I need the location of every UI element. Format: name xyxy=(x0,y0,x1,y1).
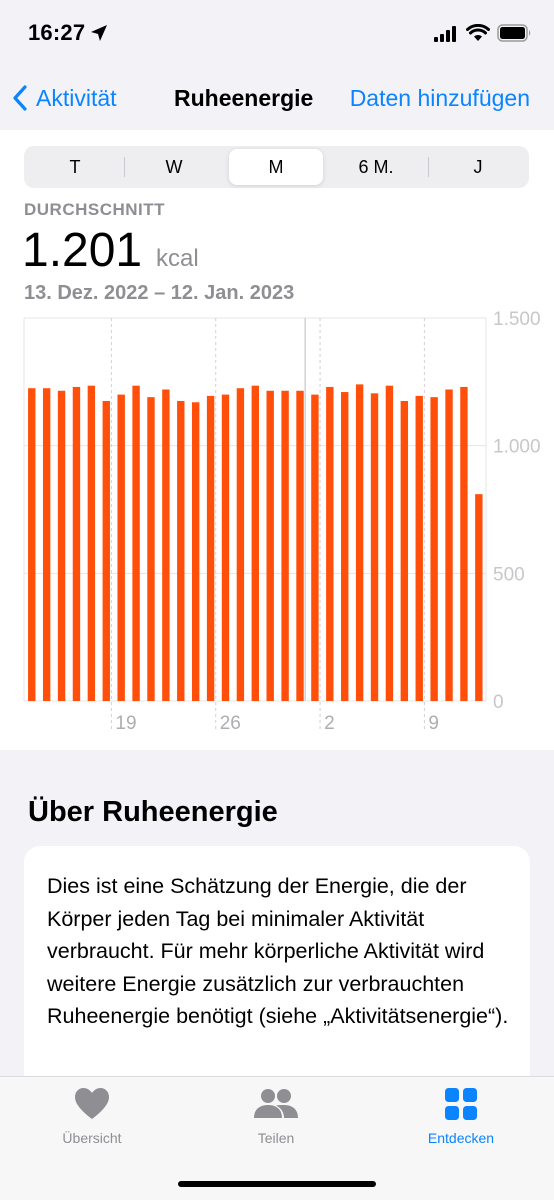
x-tick-label: 2 xyxy=(324,713,335,734)
chart-bar xyxy=(147,397,155,701)
y-tick-label: 500 xyxy=(493,564,525,585)
back-button-label: Aktivität xyxy=(36,84,117,111)
chart-bar xyxy=(370,393,379,701)
status-time: 16:27 xyxy=(28,20,86,45)
back-button[interactable]: Aktivität xyxy=(12,82,117,114)
chart-card: T W M 6 M. J DURCHSCHNITT 1.201 kcal 13.… xyxy=(0,130,554,750)
about-text: Dies ist eine Schätzung der Energie, die… xyxy=(47,874,509,1028)
chart-bar xyxy=(72,386,81,701)
chart-bar xyxy=(177,400,185,701)
chart-bar xyxy=(132,385,140,701)
add-data-button[interactable]: Daten hinzufügen xyxy=(350,85,530,112)
chart-bar xyxy=(221,394,230,701)
about-card: Dies ist eine Schätzung der Energie, die… xyxy=(24,846,530,1106)
chart-bar xyxy=(311,394,319,701)
y-tick-label: 1.000 xyxy=(493,437,541,458)
tab-sharing-label: Teilen xyxy=(257,1130,295,1146)
battery-icon xyxy=(497,24,531,42)
chart-bar xyxy=(400,400,409,701)
chart-bar xyxy=(341,392,349,701)
people-icon xyxy=(254,1089,298,1118)
y-tick-label: 1.500 xyxy=(493,309,541,330)
x-tick-label: 19 xyxy=(115,713,136,734)
grid-icon xyxy=(445,1088,477,1120)
chart-bar xyxy=(266,390,274,701)
chart-bar xyxy=(385,385,394,701)
navigation-bar: Aktivität Ruheenergie Daten hinzufügen xyxy=(0,66,554,130)
chart-bar xyxy=(57,390,66,701)
chart-bar xyxy=(42,388,51,701)
chart-bar xyxy=(191,402,200,701)
chart-bar xyxy=(162,389,170,701)
chart-bar xyxy=(460,386,468,701)
chart-bar xyxy=(28,388,36,701)
tab-browse[interactable]: Entdecken xyxy=(391,1087,531,1146)
chart-bar xyxy=(236,388,245,701)
chart-bar xyxy=(475,494,483,701)
tab-sharing[interactable]: Teilen xyxy=(206,1087,346,1146)
cellular-signal-icon xyxy=(434,26,456,42)
home-indicator xyxy=(178,1181,376,1187)
chart-bar xyxy=(326,386,334,701)
chevron-left-icon xyxy=(13,85,27,111)
about-heading: Über Ruheenergie xyxy=(28,796,278,828)
heart-icon xyxy=(75,1088,109,1119)
chart-bar xyxy=(206,395,215,701)
tab-summary-label: Übersicht xyxy=(62,1130,122,1146)
x-tick-label: 26 xyxy=(220,713,241,734)
location-arrow-icon xyxy=(91,25,107,41)
chart-bar xyxy=(415,395,423,701)
chart-bar xyxy=(251,385,259,701)
resting-energy-bar-chart[interactable]: 1.500 1.000 500 0 19 26 2 9 xyxy=(0,130,554,750)
chart-bar xyxy=(445,389,453,701)
wifi-icon xyxy=(466,24,490,41)
tab-summary[interactable]: Übersicht xyxy=(22,1087,162,1146)
chart-bar xyxy=(430,397,438,701)
chart-bar xyxy=(296,390,304,701)
chart-bar xyxy=(102,400,110,701)
chart-bar xyxy=(117,394,125,701)
chart-bar xyxy=(281,390,289,701)
status-bar: 16:27 xyxy=(0,0,554,66)
page-title: Ruheenergie xyxy=(174,85,314,111)
chart-bar xyxy=(355,384,364,701)
tab-browse-label: Entdecken xyxy=(427,1130,495,1146)
chart-bar xyxy=(87,385,96,701)
y-tick-label: 0 xyxy=(493,692,504,713)
x-tick-label: 9 xyxy=(428,713,439,734)
